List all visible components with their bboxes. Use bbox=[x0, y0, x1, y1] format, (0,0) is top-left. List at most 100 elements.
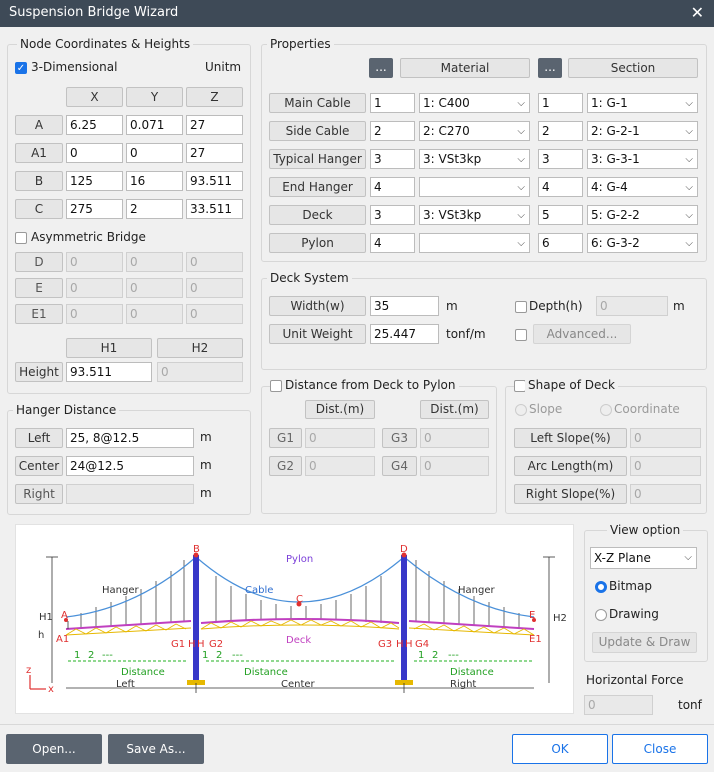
prop-pylon-material-select[interactable]: ⌵ bbox=[419, 233, 530, 253]
coordinate-radio[interactable] bbox=[600, 404, 612, 416]
asymmetric-checkbox[interactable] bbox=[15, 232, 27, 244]
node-row-c-x[interactable]: 275 bbox=[66, 199, 123, 219]
unit-weight-input[interactable]: 25.447 bbox=[370, 324, 439, 344]
drawing-radio[interactable] bbox=[595, 609, 607, 621]
left-slope-button[interactable]: Left Slope(%) bbox=[514, 428, 627, 448]
prop-deck-button[interactable]: Deck bbox=[269, 205, 366, 225]
prop-side-cable-section-select[interactable]: 2: G-2-1 ⌵ bbox=[587, 121, 698, 141]
right-distance-input[interactable] bbox=[66, 484, 194, 504]
node-row-c-button[interactable]: C bbox=[15, 199, 63, 219]
col-z-header[interactable]: Z bbox=[186, 87, 243, 107]
close-button[interactable]: Close bbox=[612, 734, 708, 764]
arc-length-input[interactable]: 0 bbox=[630, 456, 701, 476]
prop-pylon-button[interactable]: Pylon bbox=[269, 233, 366, 253]
node-row-c-y[interactable]: 2 bbox=[126, 199, 183, 219]
node-row-a1-y[interactable]: 0 bbox=[126, 143, 183, 163]
advanced-button[interactable]: Advanced... bbox=[533, 324, 631, 344]
g2-input[interactable]: 0 bbox=[305, 456, 375, 476]
g2-button[interactable]: G2 bbox=[269, 456, 302, 476]
height-button[interactable]: Height bbox=[15, 362, 63, 382]
slope-radio[interactable] bbox=[515, 404, 527, 416]
node-row-a1-button[interactable]: A1 bbox=[15, 143, 63, 163]
node-row-a-y[interactable]: 0.071 bbox=[126, 115, 183, 135]
dist-right-header[interactable]: Dist.(m) bbox=[420, 400, 489, 419]
prop-side-cable-section-no[interactable]: 2 bbox=[538, 121, 583, 141]
g3-button[interactable]: G3 bbox=[382, 428, 417, 448]
prop-main-cable-button[interactable]: Main Cable bbox=[269, 93, 366, 113]
save-as-button[interactable]: Save As... bbox=[108, 734, 204, 764]
prop-end-hanger-button[interactable]: End Hanger bbox=[269, 177, 366, 197]
asym-row-d-x[interactable]: 0 bbox=[66, 252, 123, 272]
unit-weight-button[interactable]: Unit Weight bbox=[269, 324, 366, 344]
node-row-b-y[interactable]: 16 bbox=[126, 171, 183, 191]
asym-row-d-button[interactable]: D bbox=[15, 252, 63, 272]
node-row-a1-x[interactable]: 0 bbox=[66, 143, 123, 163]
width-button[interactable]: Width(w) bbox=[269, 296, 366, 316]
plane-select[interactable]: X-Z Plane ⌵ bbox=[590, 547, 697, 569]
left-slope-input[interactable]: 0 bbox=[630, 428, 701, 448]
asym-row-e1-button[interactable]: E1 bbox=[15, 304, 63, 324]
dist-left-header[interactable]: Dist.(m) bbox=[305, 400, 375, 419]
prop-typical-hanger-material-no[interactable]: 3 bbox=[370, 149, 415, 169]
prop-deck-material-no[interactable]: 3 bbox=[370, 205, 415, 225]
col-y-header[interactable]: Y bbox=[126, 87, 183, 107]
material-more-button[interactable]: ... bbox=[369, 58, 393, 78]
g1-button[interactable]: G1 bbox=[269, 428, 302, 448]
depth-input[interactable]: 0 bbox=[596, 296, 668, 316]
arc-length-button[interactable]: Arc Length(m) bbox=[514, 456, 627, 476]
prop-pylon-material-no[interactable]: 4 bbox=[370, 233, 415, 253]
prop-deck-material-select[interactable]: 3: VSt3kp ⌵ bbox=[419, 205, 530, 225]
right-slope-input[interactable]: 0 bbox=[630, 484, 701, 504]
node-row-b-button[interactable]: B bbox=[15, 171, 63, 191]
update-draw-button[interactable]: Update & Draw bbox=[592, 632, 697, 653]
prop-typical-hanger-section-no[interactable]: 3 bbox=[538, 149, 583, 169]
asym-row-e-y[interactable]: 0 bbox=[126, 278, 183, 298]
prop-side-cable-button[interactable]: Side Cable bbox=[269, 121, 366, 141]
center-distance-input[interactable]: 24@12.5 bbox=[66, 456, 194, 476]
height-h2-input[interactable]: 0 bbox=[157, 362, 243, 382]
node-row-a-z[interactable]: 27 bbox=[186, 115, 243, 135]
prop-end-hanger-material-no[interactable]: 4 bbox=[370, 177, 415, 197]
prop-side-cable-material-no[interactable]: 2 bbox=[370, 121, 415, 141]
g1-input[interactable]: 0 bbox=[305, 428, 375, 448]
prop-main-cable-section-select[interactable]: 1: G-1 ⌵ bbox=[587, 93, 698, 113]
node-row-a-x[interactable]: 6.25 bbox=[66, 115, 123, 135]
asym-row-d-y[interactable]: 0 bbox=[126, 252, 183, 272]
prop-typical-hanger-button[interactable]: Typical Hanger bbox=[269, 149, 366, 169]
left-button[interactable]: Left bbox=[15, 428, 63, 448]
prop-main-cable-material-select[interactable]: 1: C400 ⌵ bbox=[419, 93, 530, 113]
h1-header[interactable]: H1 bbox=[66, 338, 152, 358]
depth-checkbox[interactable] bbox=[515, 301, 527, 313]
bitmap-radio[interactable] bbox=[595, 581, 607, 593]
asym-row-e-x[interactable]: 0 bbox=[66, 278, 123, 298]
node-row-b-x[interactable]: 125 bbox=[66, 171, 123, 191]
g3-input[interactable]: 0 bbox=[420, 428, 489, 448]
advanced-checkbox[interactable] bbox=[515, 329, 527, 341]
3d-checkbox[interactable]: ✓ bbox=[15, 62, 27, 74]
node-row-c-z[interactable]: 33.511 bbox=[186, 199, 243, 219]
asym-row-e1-z[interactable]: 0 bbox=[186, 304, 243, 324]
section-header[interactable]: Section bbox=[568, 58, 698, 78]
asym-row-e1-y[interactable]: 0 bbox=[126, 304, 183, 324]
prop-pylon-section-no[interactable]: 6 bbox=[538, 233, 583, 253]
prop-main-cable-section-no[interactable]: 1 bbox=[538, 93, 583, 113]
prop-typical-hanger-section-select[interactable]: 3: G-3-1 ⌵ bbox=[587, 149, 698, 169]
node-row-a-button[interactable]: A bbox=[15, 115, 63, 135]
prop-typical-hanger-material-select[interactable]: 3: VSt3kp ⌵ bbox=[419, 149, 530, 169]
g4-input[interactable]: 0 bbox=[420, 456, 489, 476]
g4-button[interactable]: G4 bbox=[382, 456, 417, 476]
asym-row-e1-x[interactable]: 0 bbox=[66, 304, 123, 324]
ok-button[interactable]: OK bbox=[512, 734, 608, 764]
col-x-header[interactable]: X bbox=[66, 87, 123, 107]
close-icon[interactable]: ✕ bbox=[691, 3, 704, 22]
right-button[interactable]: Right bbox=[15, 484, 63, 504]
prop-end-hanger-section-no[interactable]: 4 bbox=[538, 177, 583, 197]
height-h1-input[interactable]: 93.511 bbox=[66, 362, 152, 382]
center-button[interactable]: Center bbox=[15, 456, 63, 476]
material-header[interactable]: Material bbox=[400, 58, 530, 78]
width-input[interactable]: 35 bbox=[370, 296, 439, 316]
asym-row-e-button[interactable]: E bbox=[15, 278, 63, 298]
prop-end-hanger-section-select[interactable]: 4: G-4 ⌵ bbox=[587, 177, 698, 197]
prop-deck-section-select[interactable]: 5: G-2-2 ⌵ bbox=[587, 205, 698, 225]
asym-row-d-z[interactable]: 0 bbox=[186, 252, 243, 272]
